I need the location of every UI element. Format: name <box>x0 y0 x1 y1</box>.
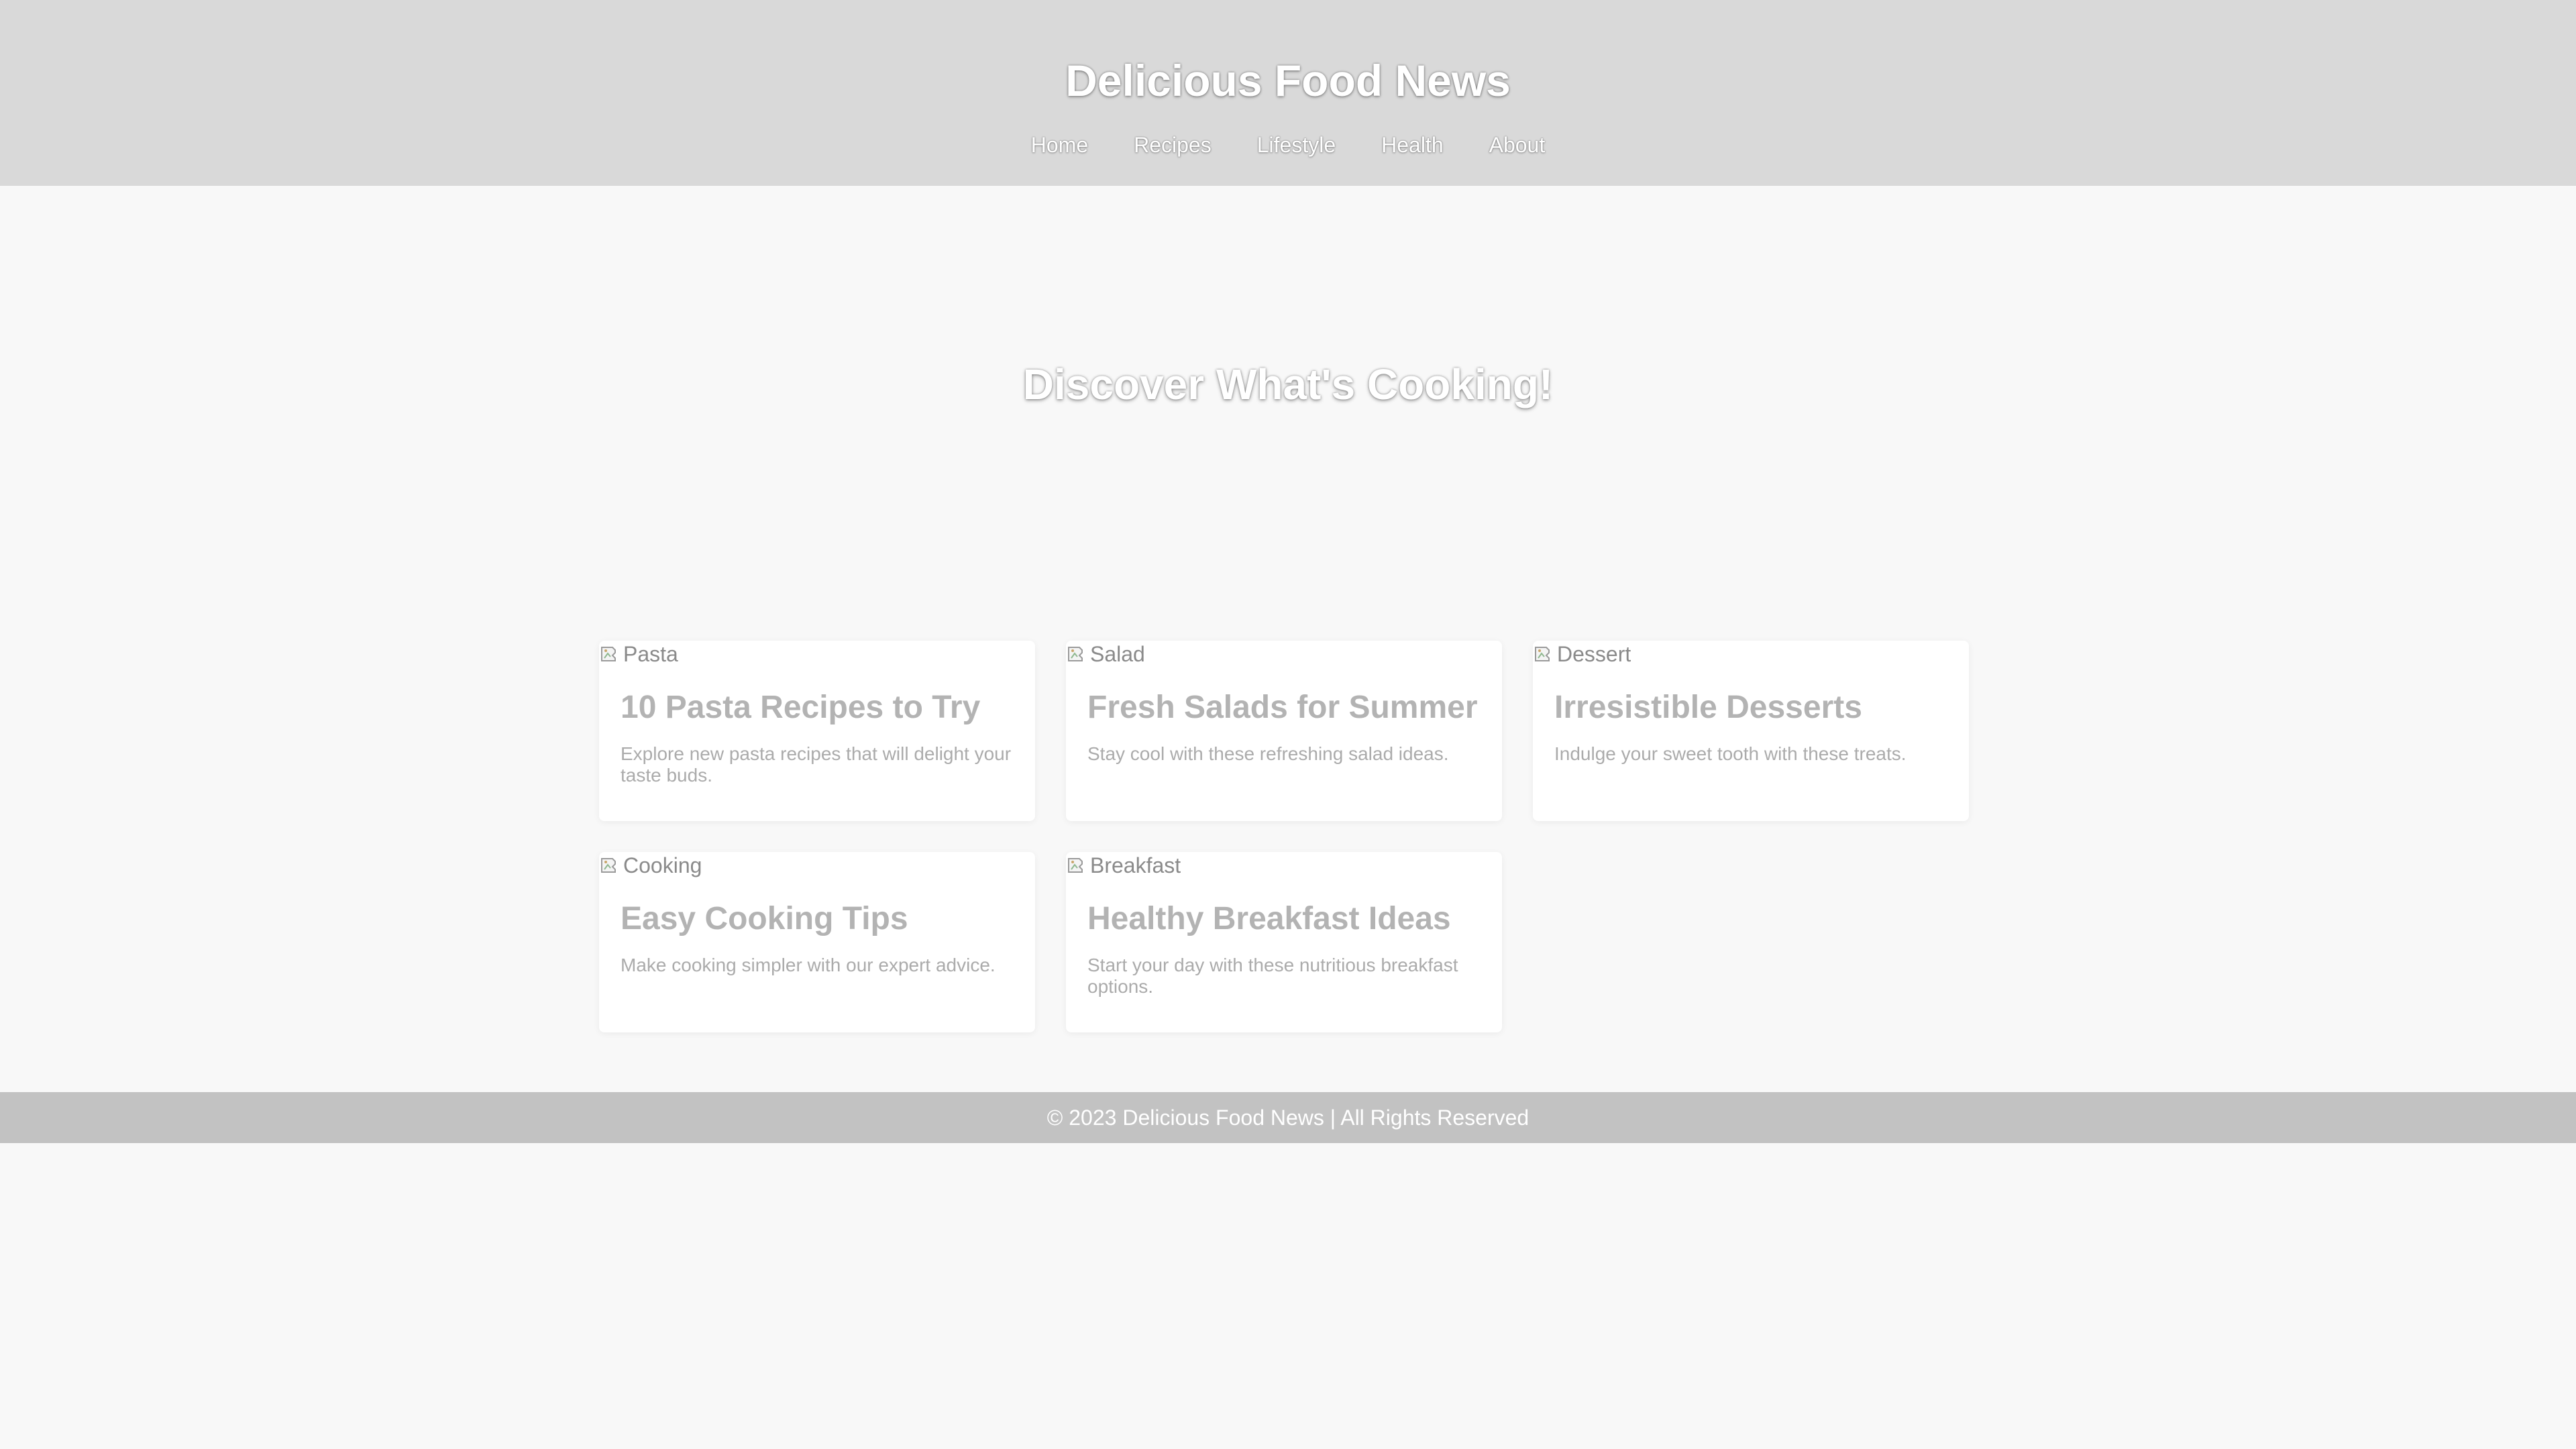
article-description: Start your day with these nutritious bre… <box>1087 955 1458 997</box>
hero-banner: Discover What's Cooking! <box>0 186 2576 612</box>
article-image: Dessert <box>1533 641 1631 667</box>
nav-link-health[interactable]: Health <box>1381 131 1444 158</box>
article-title[interactable]: Fresh Salads for Summer <box>1087 686 1478 729</box>
article-grid: Pasta 10 Pasta Recipes to Try Explore ne… <box>599 641 1971 1032</box>
article-card-cooking[interactable]: Cooking Easy Cooking Tips Make cooking s… <box>599 852 1035 1032</box>
broken-image-icon <box>1068 647 1083 661</box>
article-description: Explore new pasta recipes that will deli… <box>621 743 1012 786</box>
nav-link-about[interactable]: About <box>1489 131 1546 158</box>
article-card-pasta[interactable]: Pasta 10 Pasta Recipes to Try Explore ne… <box>599 641 1035 821</box>
article-description: Stay cool with these refreshing salad id… <box>1087 743 1449 764</box>
article-title[interactable]: Irresistible Desserts <box>1554 686 1862 729</box>
nav-link-home[interactable]: Home <box>1031 131 1088 158</box>
site-header: Delicious Food News Home Recipes Lifesty… <box>0 0 2576 186</box>
article-image-alt: Cooking <box>623 853 702 877</box>
article-card-dessert[interactable]: Dessert Irresistible Desserts Indulge yo… <box>1533 641 1969 821</box>
nav-link-lifestyle[interactable]: Lifestyle <box>1257 131 1336 158</box>
article-image: Breakfast <box>1066 852 1181 879</box>
main-nav: Home Recipes Lifestyle Health About <box>0 131 2576 158</box>
broken-image-icon <box>1068 858 1083 873</box>
article-description: Make cooking simpler with our expert adv… <box>621 955 996 975</box>
article-title[interactable]: Easy Cooking Tips <box>621 898 908 941</box>
article-title[interactable]: 10 Pasta Recipes to Try <box>621 686 980 729</box>
broken-image-icon <box>1535 647 1550 661</box>
broken-image-icon <box>601 647 616 661</box>
article-image: Cooking <box>599 852 702 879</box>
article-image: Pasta <box>599 641 678 667</box>
article-image-alt: Salad <box>1090 642 1145 666</box>
article-image-alt: Dessert <box>1557 642 1631 666</box>
footer-copyright: © 2023 Delicious Food News | All Rights … <box>1046 1106 1529 1130</box>
article-image-alt: Pasta <box>623 642 678 666</box>
article-title[interactable]: Healthy Breakfast Ideas <box>1087 898 1451 941</box>
broken-image-icon <box>601 858 616 873</box>
article-card-breakfast[interactable]: Breakfast Healthy Breakfast Ideas Start … <box>1066 852 1502 1032</box>
article-image-alt: Breakfast <box>1090 853 1181 877</box>
hero-title: Discover What's Cooking! <box>1022 360 1554 409</box>
site-footer: © 2023 Delicious Food News | All Rights … <box>0 1092 2576 1143</box>
article-card-salad[interactable]: Salad Fresh Salads for Summer Stay cool … <box>1066 641 1502 821</box>
nav-link-recipes[interactable]: Recipes <box>1134 131 1212 158</box>
site-title: Delicious Food News <box>1065 56 1511 105</box>
article-image: Salad <box>1066 641 1145 667</box>
article-description: Indulge your sweet tooth with these trea… <box>1554 743 1907 764</box>
